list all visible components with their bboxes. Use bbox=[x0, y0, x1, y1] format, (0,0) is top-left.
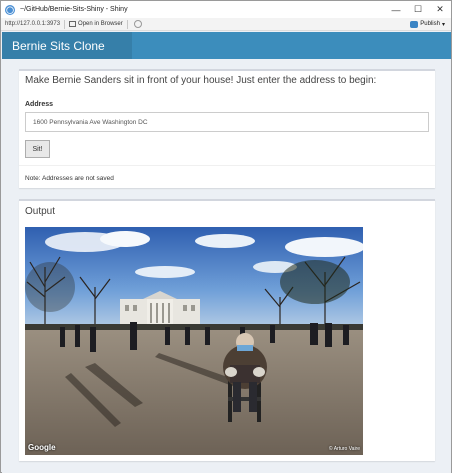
open-in-browser-button[interactable]: Open in Browser bbox=[69, 21, 123, 27]
address-input[interactable]: 1600 Pennsylvania Ave Washington DC bbox=[25, 112, 429, 132]
title-bar: ◯ ~/GitHub/Bernie-Sits-Shiny - Shiny — ☐… bbox=[1, 1, 451, 18]
output-box: Output Google © Arturo Vaire bbox=[19, 199, 435, 461]
close-button[interactable]: ✕ bbox=[429, 1, 451, 18]
viewer-toolbar: http://127.0.0.1:3973 Open in Browser Pu… bbox=[1, 18, 451, 31]
toolbar-separator bbox=[126, 19, 128, 29]
publish-icon bbox=[410, 20, 419, 28]
url-text: http://127.0.0.1:3973 bbox=[5, 21, 61, 27]
brand-title[interactable]: Bernie Sits Clone bbox=[2, 32, 132, 59]
google-watermark: Google bbox=[28, 443, 56, 452]
minimize-button[interactable]: — bbox=[385, 1, 407, 18]
open-in-browser-label: Open in Browser bbox=[78, 21, 123, 27]
photo-graphic bbox=[25, 227, 363, 455]
chevron-down-icon: ▾ bbox=[441, 21, 445, 28]
rstudio-app-icon: ◯ bbox=[5, 4, 15, 15]
publish-label: Publish bbox=[420, 21, 440, 27]
window-title: ~/GitHub/Bernie-Sits-Shiny - Shiny bbox=[20, 6, 128, 13]
publish-button[interactable]: Publish ▾ bbox=[410, 20, 445, 28]
output-heading: Output bbox=[25, 206, 56, 217]
browser-icon bbox=[69, 21, 77, 27]
main-content: Make Bernie Sanders sit in front of your… bbox=[2, 59, 451, 473]
app-window: ◯ ~/GitHub/Bernie-Sits-Shiny - Shiny — ☐… bbox=[0, 0, 452, 473]
sit-button[interactable]: Sit! bbox=[25, 140, 50, 158]
maximize-button[interactable]: ☐ bbox=[407, 1, 429, 18]
street-view-photo: Google © Arturo Vaire bbox=[25, 227, 363, 455]
address-label: Address bbox=[25, 101, 54, 108]
instructions-heading: Make Bernie Sanders sit in front of your… bbox=[25, 75, 377, 86]
photo-credit: © Arturo Vaire bbox=[328, 446, 360, 452]
navbar: Bernie Sits Clone bbox=[2, 32, 451, 59]
input-box: Make Bernie Sanders sit in front of your… bbox=[19, 69, 435, 188]
privacy-note: Note: Addresses are not saved bbox=[19, 165, 435, 190]
toolbar-separator bbox=[64, 19, 66, 29]
refresh-icon[interactable] bbox=[133, 20, 142, 28]
